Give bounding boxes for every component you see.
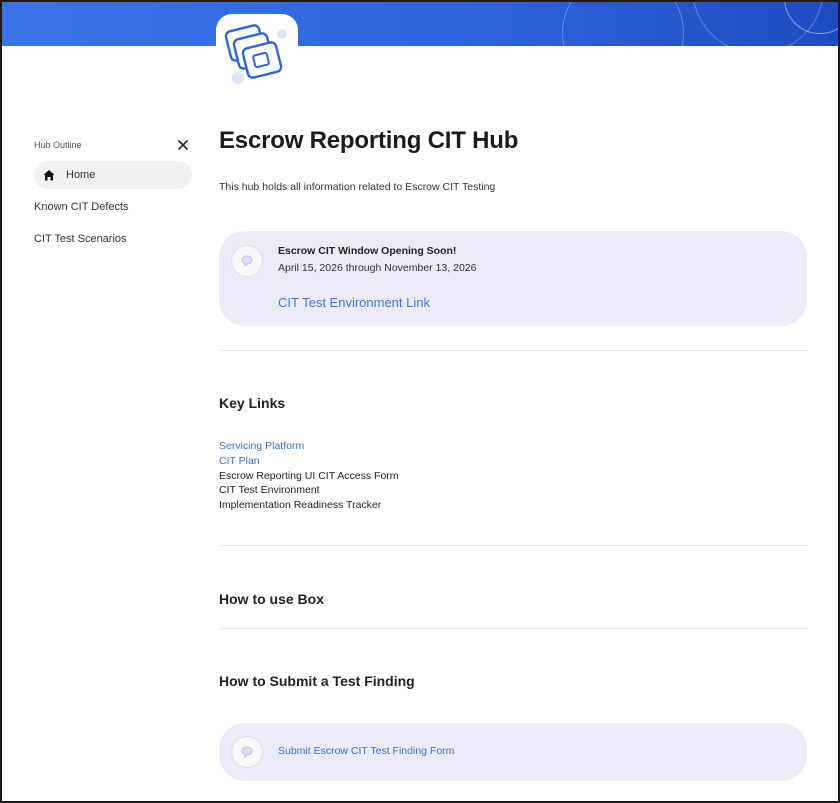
callout-icon-circle (231, 736, 263, 768)
readiness-tracker-item: Implementation Readiness Tracker (219, 499, 382, 512)
comment-bubble-icon (241, 255, 253, 268)
page-subtitle: This hub holds all information related t… (219, 181, 496, 193)
servicing-platform-link[interactable]: Servicing Platform (219, 439, 399, 454)
close-outline-button[interactable] (174, 136, 192, 154)
app-window: Hub Outline Home Known CIT Defects CIT T… (0, 0, 840, 803)
sidebar-item-known-cit-defects[interactable]: Known CIT Defects (34, 193, 192, 221)
section-divider (219, 628, 807, 629)
page-title: Escrow Reporting CIT Hub (219, 127, 519, 154)
submit-finding-callout: Submit Escrow CIT Test Finding Form (219, 723, 807, 781)
callout-dates: April 15, 2026 through November 13, 2026 (278, 262, 477, 274)
sidebar-item-label: Home (66, 169, 96, 181)
section-divider (219, 350, 807, 351)
sidebar-item-cit-test-scenarios[interactable]: CIT Test Scenarios (34, 225, 192, 253)
cit-plan-link[interactable]: CIT Plan (219, 454, 399, 469)
section-divider (219, 545, 807, 546)
key-links-list: Servicing Platform CIT Plan Escrow Repor… (219, 439, 399, 513)
hub-outline-heading: Hub Outline (34, 140, 82, 150)
cit-test-environment-item: CIT Test Environment (219, 484, 320, 497)
callout-title: Escrow CIT Window Opening Soon! (278, 245, 457, 257)
close-icon (178, 140, 188, 150)
outline-list: Home Known CIT Defects CIT Test Scenario… (34, 161, 192, 257)
sidebar-item-home[interactable]: Home (34, 161, 192, 189)
hub-banner (2, 2, 838, 46)
sidebar-item-label: CIT Test Scenarios (34, 233, 127, 245)
cit-test-environment-link[interactable]: CIT Test Environment Link (278, 295, 430, 310)
how-to-submit-heading: How to Submit a Test Finding (219, 673, 415, 689)
comment-bubble-icon (241, 746, 253, 759)
how-to-use-box-heading: How to use Box (219, 591, 325, 607)
sidebar-item-label: Known CIT Defects (34, 201, 129, 213)
access-form-item: Escrow Reporting UI CIT Access Form (219, 469, 399, 482)
callout-icon-circle (231, 245, 263, 277)
home-icon (43, 170, 55, 181)
key-links-heading: Key Links (219, 395, 286, 411)
cit-window-callout: Escrow CIT Window Opening Soon! April 15… (219, 231, 807, 326)
stacked-cards-logo-icon (224, 24, 287, 84)
hub-logo (216, 14, 298, 92)
submit-test-finding-form-link[interactable]: Submit Escrow CIT Test Finding Form (278, 745, 454, 757)
